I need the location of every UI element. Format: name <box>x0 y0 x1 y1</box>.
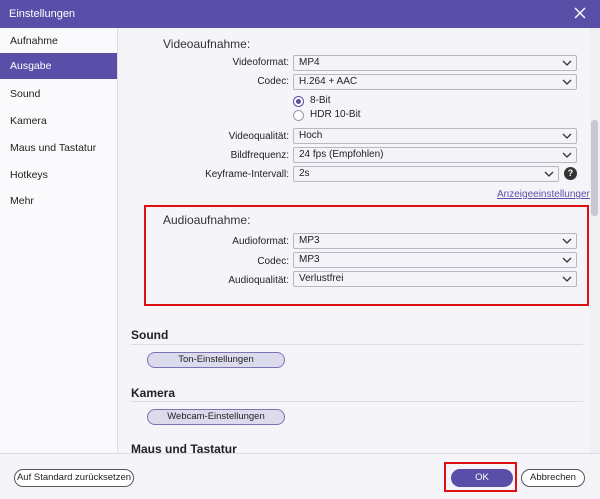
cancel-button[interactable]: Abbrechen <box>521 469 585 487</box>
framerate-select[interactable]: 24 fps (Empfohlen) <box>293 147 577 163</box>
video-format-label: Videoformat: <box>232 57 289 68</box>
video-section-title: Videoaufnahme: <box>163 37 251 51</box>
display-settings-link[interactable]: Anzeigeeinstellungen <box>497 189 590 200</box>
audio-codec-label: Codec: <box>257 256 289 267</box>
chevron-down-icon <box>562 238 572 244</box>
camera-heading: Kamera <box>131 386 176 400</box>
radio-hdr-10bit-indicator[interactable] <box>293 110 304 121</box>
framerate-label: Bildfrequenz: <box>230 150 289 161</box>
sidebar-item-ausgabe[interactable]: Ausgabe <box>0 53 117 79</box>
reset-defaults-button[interactable]: Auf Standard zurücksetzen <box>14 469 134 487</box>
chevron-down-icon <box>562 257 572 263</box>
footer: Auf Standard zurücksetzen OK Abbrechen <box>0 453 600 499</box>
close-icon[interactable] <box>572 5 588 21</box>
framerate-value: 24 fps (Empfohlen) <box>299 149 384 160</box>
audio-format-value: MP3 <box>299 235 320 246</box>
keyframe-select[interactable]: 2s <box>293 166 559 182</box>
sound-divider <box>131 344 583 345</box>
radio-8bit-indicator[interactable] <box>293 96 304 107</box>
radio-8bit-label: 8-Bit <box>310 95 331 106</box>
mouse-heading: Maus und Tastatur <box>131 442 237 453</box>
sidebar-item-kamera[interactable]: Kamera <box>0 108 117 134</box>
audio-quality-select[interactable]: Verlustfrei <box>293 271 577 287</box>
window-title: Einstellungen <box>9 8 76 20</box>
audio-codec-value: MP3 <box>299 254 320 265</box>
chevron-down-icon <box>562 60 572 66</box>
chevron-down-icon <box>544 171 554 177</box>
scrollbar[interactable] <box>590 28 600 453</box>
sidebar-item-aufnahme[interactable]: Aufnahme <box>0 28 117 54</box>
video-format-value: MP4 <box>299 57 320 68</box>
audio-codec-select[interactable]: MP3 <box>293 252 577 268</box>
audio-section-title: Audioaufnahme: <box>163 213 251 227</box>
webcam-settings-button[interactable]: Webcam-Einstellungen <box>147 409 285 425</box>
chevron-down-icon <box>562 79 572 85</box>
chevron-down-icon <box>562 152 572 158</box>
settings-content[interactable]: Videoaufnahme: Videoformat: MP4 Codec: H… <box>119 28 590 453</box>
video-quality-value: Hoch <box>299 130 323 141</box>
sidebar-item-mehr[interactable]: Mehr <box>0 188 117 214</box>
sidebar-item-sound[interactable]: Sound <box>0 81 117 107</box>
sidebar-item-maus-und-tastatur[interactable]: Maus und Tastatur <box>0 135 117 161</box>
sound-settings-button[interactable]: Ton-Einstellungen <box>147 352 285 368</box>
keyframe-value: 2s <box>299 168 310 179</box>
sidebar: Aufnahme Ausgabe Sound Kamera Maus und T… <box>0 28 118 453</box>
video-quality-label: Videoqualität: <box>228 131 289 142</box>
scrollbar-thumb[interactable] <box>591 120 598 216</box>
video-codec-select[interactable]: H.264 + AAC <box>293 74 577 90</box>
audio-quality-value: Verlustfrei <box>299 273 344 284</box>
chevron-down-icon <box>562 133 572 139</box>
ok-button[interactable]: OK <box>451 469 513 487</box>
chevron-down-icon <box>562 276 572 282</box>
sidebar-item-hotkeys[interactable]: Hotkeys <box>0 162 117 188</box>
help-icon[interactable]: ? <box>564 167 577 180</box>
audio-quality-label: Audioqualität: <box>228 275 289 286</box>
radio-hdr-10bit-label: HDR 10-Bit <box>310 109 361 120</box>
audio-format-select[interactable]: MP3 <box>293 233 577 249</box>
video-codec-label: Codec: <box>257 76 289 87</box>
video-codec-value: H.264 + AAC <box>299 76 358 87</box>
camera-divider <box>131 401 583 402</box>
video-quality-select[interactable]: Hoch <box>293 128 577 144</box>
keyframe-label: Keyframe-Intervall: <box>205 169 289 180</box>
title-bar: Einstellungen <box>0 0 600 28</box>
video-format-select[interactable]: MP4 <box>293 55 577 71</box>
sound-heading: Sound <box>131 328 169 342</box>
audio-format-label: Audioformat: <box>232 236 289 247</box>
